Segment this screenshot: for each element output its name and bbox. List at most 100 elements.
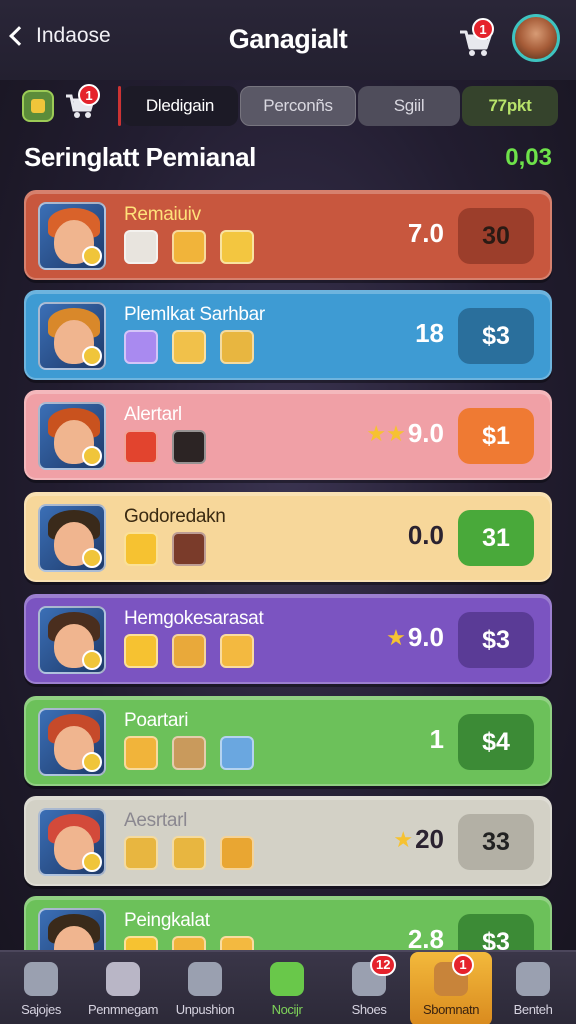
nav-badge: 1 bbox=[452, 953, 474, 976]
price-button[interactable]: $4 bbox=[458, 714, 534, 770]
star-icon bbox=[124, 634, 158, 668]
item-score: 1 bbox=[428, 724, 444, 755]
badge-icon[interactable] bbox=[22, 90, 54, 122]
nav-label: Benteh bbox=[513, 1001, 553, 1017]
nav-item-sajojes[interactable]: Sajojes bbox=[0, 952, 82, 1024]
item-icons bbox=[124, 330, 254, 364]
gem-icon bbox=[172, 230, 206, 264]
item-name: Plemlkat Sarhbar bbox=[124, 304, 265, 325]
price-button[interactable]: 31 bbox=[458, 510, 534, 566]
filter-bar: 1 Dledigain Perconñs Sgiil 77pkt bbox=[0, 82, 576, 130]
item-name: Godoredakn bbox=[124, 506, 226, 527]
star-icon: ★ bbox=[386, 624, 406, 650]
nav-label: Shoes bbox=[351, 1001, 387, 1017]
item-name: Aesrtarl bbox=[124, 810, 188, 831]
score-value: 18 bbox=[415, 318, 444, 348]
star-icon bbox=[124, 532, 158, 566]
item-name: Hemgokesarasat bbox=[124, 608, 264, 629]
coin-icon bbox=[172, 836, 206, 870]
gamepad-icon bbox=[270, 961, 304, 996]
home-icon bbox=[24, 961, 58, 996]
item-icons bbox=[124, 430, 206, 464]
item-score: ★ 9.0 bbox=[386, 622, 444, 653]
price-button[interactable]: 30 bbox=[458, 208, 534, 264]
star-icon: ★★ bbox=[366, 420, 406, 446]
item-card[interactable]: Alertarl ★★ 9.0 $1 bbox=[24, 390, 552, 480]
heart-icon bbox=[188, 961, 222, 996]
nav-item-benteh[interactable]: Benteh bbox=[492, 952, 574, 1024]
hero-portrait bbox=[38, 302, 106, 370]
ring-icon bbox=[172, 634, 206, 668]
item-icons bbox=[124, 230, 254, 264]
nav-item-penmnegam[interactable]: Penmnegam bbox=[82, 952, 164, 1024]
score-value: 9.0 bbox=[407, 622, 444, 652]
item-score: ★ 20 bbox=[393, 824, 444, 855]
cross-icon bbox=[220, 836, 254, 870]
item-icons bbox=[124, 532, 206, 566]
profile-avatar[interactable] bbox=[512, 14, 560, 62]
item-name: Poartari bbox=[124, 710, 189, 731]
crown-icon bbox=[220, 230, 254, 264]
item-card[interactable]: Hemgokesarasat ★ 9.0 $3 bbox=[24, 594, 552, 684]
item-score: ★★ 9.0 bbox=[366, 418, 444, 449]
item-icons bbox=[124, 736, 254, 770]
level-badge-icon bbox=[82, 346, 102, 366]
section-title: Seringlatt Pemianal bbox=[24, 142, 256, 172]
avatar-icon: 1 bbox=[434, 953, 474, 996]
hero-portrait bbox=[38, 202, 106, 270]
hero-portrait bbox=[38, 808, 106, 876]
item-name: Remaiuiv bbox=[124, 204, 201, 225]
shield-icon bbox=[124, 836, 158, 870]
item-name: Alertarl bbox=[124, 404, 182, 425]
cart-icon: 12 bbox=[352, 953, 397, 996]
sword-icon bbox=[172, 430, 206, 464]
nav-item-unpushion[interactable]: Unpushion bbox=[164, 952, 246, 1024]
price-button[interactable]: $3 bbox=[458, 308, 534, 364]
cart-button[interactable]: 1 bbox=[458, 18, 494, 58]
level-badge-icon bbox=[82, 246, 102, 266]
price-button[interactable]: $1 bbox=[458, 408, 534, 464]
nav-label: Nocijr bbox=[271, 1001, 303, 1017]
tab-sgiil[interactable]: Sgiil bbox=[358, 86, 460, 126]
level-badge-icon bbox=[82, 852, 102, 872]
nav-item-nocijr[interactable]: Nocijr bbox=[246, 952, 328, 1024]
nav-badge: 12 bbox=[370, 953, 397, 976]
star-icon: ★ bbox=[393, 826, 414, 852]
gem-icon bbox=[124, 736, 158, 770]
book-icon bbox=[220, 736, 254, 770]
shop-cart-button[interactable]: 1 bbox=[64, 84, 100, 122]
item-icons bbox=[124, 634, 254, 668]
score-value: 1 bbox=[429, 724, 444, 754]
tab-77pkt[interactable]: 77pkt bbox=[462, 86, 558, 126]
price-button[interactable]: $3 bbox=[458, 612, 534, 668]
section-value: 0,03 bbox=[505, 144, 552, 171]
tab-dledigain[interactable]: Dledigain bbox=[122, 86, 238, 126]
item-icons bbox=[124, 836, 254, 870]
tab-perconns[interactable]: Perconñs bbox=[240, 86, 356, 126]
item-score: 18 bbox=[413, 318, 444, 349]
score-value: 9.0 bbox=[407, 418, 444, 448]
shield-icon bbox=[220, 330, 254, 364]
crystal-icon bbox=[124, 330, 158, 364]
level-badge-icon bbox=[82, 752, 102, 772]
filter-cart-badge: 1 bbox=[78, 84, 100, 106]
ruby-icon bbox=[124, 430, 158, 464]
hero-portrait bbox=[38, 708, 106, 776]
item-score: 0.0 bbox=[406, 520, 444, 551]
price-button[interactable]: 33 bbox=[458, 814, 534, 870]
item-card[interactable]: Plemlkat Sarhbar 18 $3 bbox=[24, 290, 552, 380]
level-badge-icon bbox=[82, 650, 102, 670]
nav-label: Penmnegam bbox=[87, 1001, 159, 1017]
item-card[interactable]: Remaiuiv 7.0 30 bbox=[24, 190, 552, 280]
box-icon bbox=[172, 736, 206, 770]
nav-item-shoes[interactable]: 12 Shoes bbox=[328, 952, 410, 1024]
item-card[interactable]: Poartari 1 $4 bbox=[24, 696, 552, 786]
hero-portrait bbox=[38, 402, 106, 470]
item-card[interactable]: Godoredakn 0.0 31 bbox=[24, 492, 552, 582]
level-badge-icon bbox=[82, 446, 102, 466]
nav-item-sbomnatn[interactable]: 1 Sbomnatn bbox=[410, 952, 492, 1024]
flag-icon bbox=[124, 230, 158, 264]
item-card[interactable]: Aesrtarl ★ 20 33 bbox=[24, 796, 552, 886]
cart-badge: 1 bbox=[472, 18, 494, 40]
item-score: 7.0 bbox=[406, 218, 444, 249]
